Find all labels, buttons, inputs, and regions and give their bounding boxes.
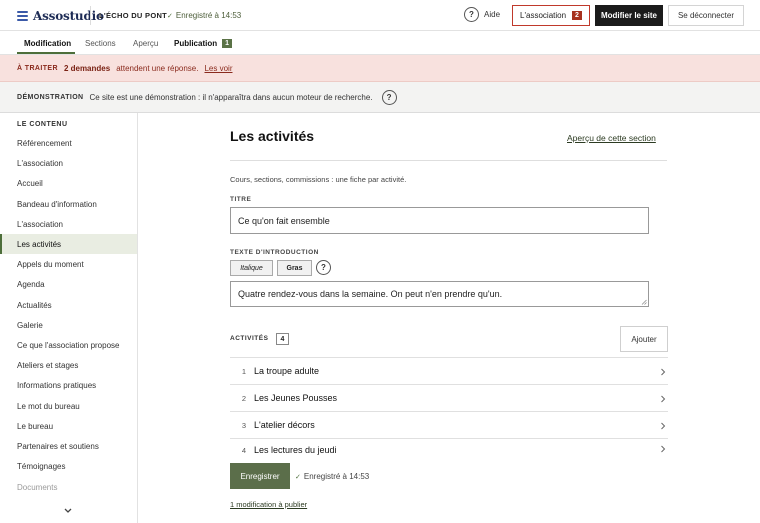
check-icon: ✓ — [167, 13, 173, 20]
activity-name: Les lectures du jeudi — [254, 445, 337, 455]
sidebar-item-activites[interactable]: Les activités — [0, 234, 137, 254]
help-label: Aide — [484, 10, 501, 19]
sidebar-item-association[interactable]: L'association — [0, 153, 137, 173]
sidebar-item-temoignages[interactable]: Témoignages — [0, 456, 137, 476]
resize-handle-icon[interactable] — [641, 299, 647, 305]
divider — [90, 6, 91, 25]
check-icon: ✓ — [295, 474, 301, 481]
help-button[interactable]: ? Aide — [464, 7, 500, 22]
association-label: L'association — [520, 11, 567, 20]
activity-name: L'atelier décors — [254, 420, 315, 430]
alert-text: attendent une réponse. — [116, 63, 199, 73]
sidebar-item-appels[interactable]: Appels du moment — [0, 254, 137, 274]
activity-number: 2 — [241, 393, 246, 403]
view-requests-link[interactable]: Les voir — [204, 64, 232, 73]
save-status-bottom: ✓ Enregistré à 14:53 — [295, 472, 369, 481]
chevron-down-icon[interactable] — [63, 506, 73, 516]
intro-textarea[interactable]: Quatre rendez-vous dans la semaine. On p… — [230, 281, 649, 307]
demo-banner: DÉMONSTRATION Ce site est une démonstrat… — [0, 82, 760, 113]
sidebar-item-accueil[interactable]: Accueil — [0, 173, 137, 193]
activity-row[interactable]: 2 Les Jeunes Pousses — [230, 384, 668, 411]
logo-icon — [17, 11, 28, 21]
sidebar-item-documents[interactable]: Documents — [0, 477, 137, 497]
sidebar-item-referencement[interactable]: Référencement — [0, 133, 137, 153]
activity-name: Les Jeunes Pousses — [254, 393, 338, 403]
format-help-icon[interactable]: ? — [316, 260, 331, 275]
association-button[interactable]: L'association 2 — [512, 5, 590, 26]
sidebar-item-bandeau[interactable]: Bandeau d'information — [0, 194, 137, 214]
activity-number: 1 — [241, 366, 246, 376]
tab-bar: Modification Sections Aperçu Publication… — [0, 31, 760, 55]
activity-number: 4 — [241, 446, 246, 455]
intro-field-label: TEXTE D'INTRODUCTION — [230, 249, 319, 256]
chevron-right-icon — [661, 422, 666, 430]
brand-name: Assostudio — [33, 9, 104, 23]
alert-banner: À TRAITER 2 demandes attendent une répon… — [0, 55, 760, 82]
pending-publish-link[interactable]: 1 modification à publier — [230, 500, 307, 509]
add-activity-button[interactable]: Ajouter — [620, 326, 668, 352]
top-bar: Assostudio L'ÉCHO DU PONT ✓ Enregistré à … — [0, 0, 760, 31]
section-description: Cours, sections, commissions : une fiche… — [230, 175, 407, 184]
sidebar-item-agenda[interactable]: Agenda — [0, 274, 137, 294]
activity-number: 3 — [241, 420, 246, 430]
chevron-right-icon — [661, 368, 666, 376]
content-sidebar: LE CONTENU Référencement L'association A… — [0, 113, 138, 523]
site-name: L'ÉCHO DU PONT — [99, 11, 168, 20]
notification-badge: 2 — [572, 11, 582, 20]
tab-sections[interactable]: Sections — [85, 31, 116, 55]
publication-badge: 1 — [222, 38, 233, 48]
title-divider — [230, 160, 667, 161]
demo-tag: DÉMONSTRATION — [17, 93, 84, 101]
activities-count-badge: 4 — [276, 333, 289, 345]
alert-tag: À TRAITER — [17, 64, 58, 72]
activity-row[interactable]: 4 Les lectures du jeudi — [230, 438, 668, 456]
sidebar-item-ateliers[interactable]: Ateliers et stages — [0, 355, 137, 375]
tab-publication[interactable]: Publication 1 — [174, 31, 233, 55]
sidebar-item-partenaires[interactable]: Partenaires et soutiens — [0, 436, 137, 456]
tab-publication-label: Publication — [174, 38, 218, 48]
activity-row[interactable]: 1 La troupe adulte — [230, 357, 668, 384]
alert-count: 2 demandes — [63, 63, 111, 73]
tab-apercu[interactable]: Aperçu — [133, 31, 158, 55]
chevron-right-icon — [661, 395, 666, 403]
sidebar-item-bureau[interactable]: Le bureau — [0, 416, 137, 436]
sidebar-item-galerie[interactable]: Galerie — [0, 315, 137, 335]
help-icon: ? — [464, 7, 479, 22]
sidebar-item-mot-bureau[interactable]: Le mot du bureau — [0, 396, 137, 416]
logout-button[interactable]: Se déconnecter — [668, 5, 744, 26]
save-status-bottom-text: Enregistré à 14:53 — [303, 472, 370, 481]
save-button[interactable]: Enregistrer — [230, 463, 290, 489]
section-preview-link[interactable]: Aperçu de cette section — [567, 133, 656, 143]
section-title: Les activités — [230, 128, 315, 144]
sidebar-heading: LE CONTENU — [17, 121, 68, 128]
title-input[interactable] — [230, 207, 649, 234]
sidebar-item-propose[interactable]: Ce que l'association propose — [0, 335, 137, 355]
sidebar-item-actualites[interactable]: Actualités — [0, 295, 137, 315]
modify-site-button[interactable]: Modifier le site — [595, 5, 663, 26]
chevron-right-icon — [661, 445, 666, 453]
active-tab-indicator — [17, 52, 75, 54]
save-status-text: Enregistré à 14:53 — [175, 11, 242, 20]
sidebar-item-association-2[interactable]: L'association — [0, 214, 137, 234]
demo-help-icon[interactable]: ? — [381, 89, 397, 105]
title-field-label: TITRE — [230, 196, 252, 203]
save-status: ✓ Enregistré à 14:53 — [167, 11, 241, 20]
activity-row[interactable]: 3 L'atelier décors — [230, 411, 668, 438]
demo-text: Ce site est une démonstration : il n'app… — [89, 92, 373, 102]
activities-heading: ACTIVITÉS — [230, 335, 269, 342]
sidebar-item-infos[interactable]: Informations pratiques — [0, 375, 137, 395]
bold-button[interactable]: Gras — [277, 260, 312, 276]
intro-textarea-value: Quatre rendez-vous dans la semaine. On p… — [238, 289, 503, 299]
italic-button[interactable]: Italique — [230, 260, 273, 276]
activity-name: La troupe adulte — [254, 366, 320, 376]
